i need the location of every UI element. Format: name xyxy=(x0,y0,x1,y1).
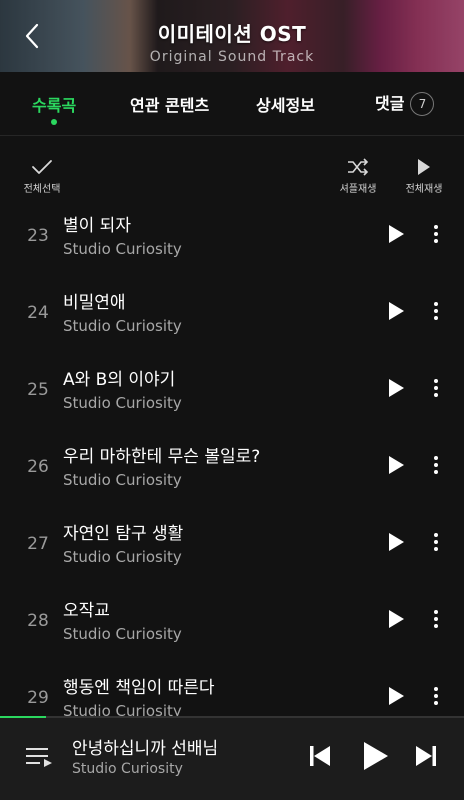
tab-tracks[interactable]: 수록곡 xyxy=(32,92,76,125)
track-artist: Studio Curiosity xyxy=(63,471,182,489)
shuffle-icon xyxy=(348,158,369,176)
track-artist: Studio Curiosity xyxy=(63,702,182,716)
tab-comments[interactable]: 댓글 7 xyxy=(375,90,435,117)
tab-related-content[interactable]: 연관 콘텐츠 xyxy=(130,92,209,116)
page-subtitle: Original Sound Track xyxy=(149,49,315,65)
more-options-icon[interactable] xyxy=(424,684,448,708)
tab-bar: 수록곡 연관 콘텐츠 상세정보 댓글 7 xyxy=(0,72,464,136)
track-number: 28 xyxy=(27,611,49,631)
track-artist: Studio Curiosity xyxy=(63,394,182,412)
play-icon[interactable] xyxy=(384,376,408,400)
next-track-icon[interactable] xyxy=(414,743,438,769)
album-header: 이미테이션 OST Original Sound Track xyxy=(0,0,464,72)
track-row[interactable]: 29 행동엔 책임이 따른다 Studio Curiosity xyxy=(0,660,464,716)
track-artist: Studio Curiosity xyxy=(63,240,182,258)
playlist-icon[interactable] xyxy=(24,742,54,772)
more-options-icon[interactable] xyxy=(424,222,448,246)
play-icon[interactable] xyxy=(384,299,408,323)
track-row[interactable]: 28 오작교 Studio Curiosity xyxy=(0,583,464,660)
track-number: 27 xyxy=(27,534,49,554)
track-title: 행동엔 책임이 따른다 xyxy=(63,678,215,698)
track-number: 25 xyxy=(27,380,49,400)
track-row[interactable]: 23 별이 되자 Studio Curiosity xyxy=(0,198,464,275)
play-icon[interactable] xyxy=(384,684,408,708)
track-row[interactable]: 27 자연인 탐구 생활 Studio Curiosity xyxy=(0,506,464,583)
progress-fill xyxy=(0,716,47,718)
track-row[interactable]: 24 비밀연애 Studio Curiosity xyxy=(0,275,464,352)
previous-track-icon[interactable] xyxy=(308,743,332,769)
play-icon[interactable] xyxy=(384,530,408,554)
play-icon[interactable] xyxy=(384,453,408,477)
tab-details[interactable]: 상세정보 xyxy=(256,92,315,116)
track-row[interactable]: 26 우리 마하한테 무슨 볼일로? Studio Curiosity xyxy=(0,429,464,506)
track-title: 별이 되자 xyxy=(63,216,131,236)
track-title: 비밀연애 xyxy=(63,293,126,313)
play-icon[interactable] xyxy=(384,607,408,631)
track-row[interactable]: 25 A와 B의 이야기 Studio Curiosity xyxy=(0,352,464,429)
more-options-icon[interactable] xyxy=(424,453,448,477)
track-artist: Studio Curiosity xyxy=(63,548,182,566)
track-number: 29 xyxy=(27,688,49,708)
check-icon xyxy=(32,160,52,174)
track-title: 자연인 탐구 생활 xyxy=(63,524,184,544)
comment-count-badge: 7 xyxy=(410,91,435,116)
more-options-icon[interactable] xyxy=(424,530,448,554)
play-icon[interactable] xyxy=(360,740,390,772)
page-title: 이미테이션 OST xyxy=(157,22,307,46)
select-all-button[interactable]: 전체선택 xyxy=(14,158,70,195)
play-all-button[interactable]: 전체재생 xyxy=(396,158,452,195)
track-artist: Studio Curiosity xyxy=(63,317,182,335)
track-number: 24 xyxy=(27,303,49,323)
mini-player[interactable]: 안녕하십니까 선배님 Studio Curiosity xyxy=(0,716,464,800)
more-options-icon[interactable] xyxy=(424,376,448,400)
more-options-icon[interactable] xyxy=(424,607,448,631)
active-tab-indicator xyxy=(51,119,58,125)
more-options-icon[interactable] xyxy=(424,299,448,323)
track-title: A와 B의 이야기 xyxy=(63,370,176,390)
play-icon xyxy=(418,159,430,175)
track-title: 우리 마하한테 무슨 볼일로? xyxy=(63,447,261,467)
now-playing-title: 안녕하십니까 선배님 xyxy=(72,739,219,759)
progress-bar[interactable] xyxy=(0,716,464,718)
now-playing-artist: Studio Curiosity xyxy=(72,761,183,777)
track-title: 오작교 xyxy=(63,601,110,621)
track-number: 26 xyxy=(27,457,49,477)
shuffle-play-button[interactable]: 셔플재생 xyxy=(330,158,386,195)
track-artist: Studio Curiosity xyxy=(63,625,182,643)
track-number: 23 xyxy=(27,226,49,246)
track-list: 23 별이 되자 Studio Curiosity 24 비밀연애 Studio… xyxy=(0,198,464,716)
play-icon[interactable] xyxy=(384,222,408,246)
